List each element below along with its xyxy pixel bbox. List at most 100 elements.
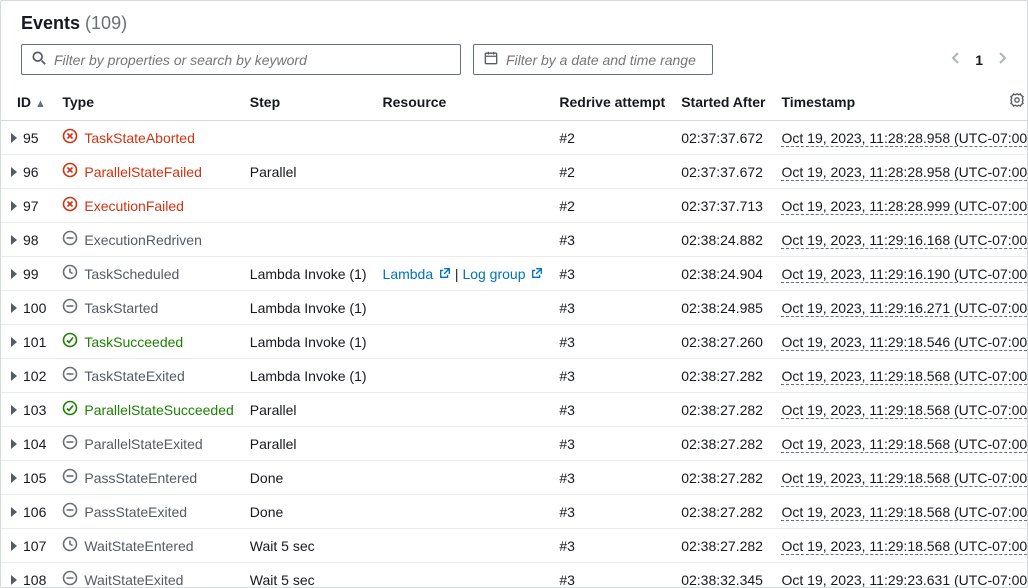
event-timestamp[interactable]: Oct 19, 2023, 11:29:18.568 (UTC-07:00) <box>781 538 1028 555</box>
event-resource <box>375 359 552 393</box>
event-timestamp[interactable]: Oct 19, 2023, 11:28:28.999 (UTC-07:00) <box>781 198 1028 215</box>
event-redrive: #3 <box>551 359 673 393</box>
expand-row-button[interactable] <box>11 235 17 245</box>
event-started: 02:38:27.260 <box>673 325 773 359</box>
event-timestamp[interactable]: Oct 19, 2023, 11:29:18.568 (UTC-07:00) <box>781 470 1028 487</box>
event-started: 02:38:24.985 <box>673 291 773 325</box>
event-timestamp[interactable]: Oct 19, 2023, 11:29:16.190 (UTC-07:00) <box>781 266 1028 283</box>
event-timestamp[interactable]: Oct 19, 2023, 11:28:28.958 (UTC-07:00) <box>781 164 1028 181</box>
event-step: Lambda Invoke (1) <box>242 359 375 393</box>
expand-row-button[interactable] <box>11 337 17 347</box>
event-resource <box>375 563 552 588</box>
event-redrive: #3 <box>551 461 673 495</box>
col-step[interactable]: Step <box>242 83 375 121</box>
next-page-button[interactable] <box>997 51 1007 68</box>
event-redrive: #3 <box>551 257 673 291</box>
status-icon <box>62 196 78 215</box>
event-timestamp[interactable]: Oct 19, 2023, 11:29:16.168 (UTC-07:00) <box>781 232 1028 249</box>
event-type: ParallelStateFailed <box>84 164 202 180</box>
event-type: TaskStarted <box>84 300 158 316</box>
event-timestamp[interactable]: Oct 19, 2023, 11:29:18.568 (UTC-07:00) <box>781 402 1028 419</box>
event-resource: Lambda | Log group <box>375 257 552 291</box>
event-resource <box>375 495 552 529</box>
event-redrive: #3 <box>551 529 673 563</box>
expand-row-button[interactable] <box>11 575 17 585</box>
expand-row-button[interactable] <box>11 133 17 143</box>
event-id: 95 <box>23 130 39 146</box>
event-resource <box>375 461 552 495</box>
event-type: WaitStateExited <box>84 572 183 588</box>
panel-title: Events <box>21 13 80 33</box>
col-redrive[interactable]: Redrive attempt <box>551 83 673 121</box>
expand-row-button[interactable] <box>11 371 17 381</box>
event-resource <box>375 155 552 189</box>
event-step <box>242 121 375 155</box>
keyword-filter[interactable] <box>21 44 461 75</box>
event-id: 105 <box>23 470 46 486</box>
event-timestamp[interactable]: Oct 19, 2023, 11:29:18.568 (UTC-07:00) <box>781 368 1028 385</box>
event-step <box>242 223 375 257</box>
expand-row-button[interactable] <box>11 201 17 211</box>
event-started: 02:37:37.713 <box>673 189 773 223</box>
event-resource <box>375 189 552 223</box>
col-timestamp[interactable]: Timestamp <box>773 83 1001 121</box>
event-started: 02:38:32.345 <box>673 563 773 588</box>
event-type: TaskSucceeded <box>84 334 183 350</box>
settings-button[interactable] <box>1002 83 1028 121</box>
table-row: 105PassStateEnteredDone#302:38:27.282Oct… <box>1 461 1028 495</box>
event-timestamp[interactable]: Oct 19, 2023, 11:29:18.568 (UTC-07:00) <box>781 436 1028 453</box>
status-icon <box>62 264 78 283</box>
event-id: 97 <box>23 198 39 214</box>
expand-row-button[interactable] <box>11 269 17 279</box>
event-redrive: #3 <box>551 563 673 588</box>
col-resource[interactable]: Resource <box>375 83 552 121</box>
col-id[interactable]: ID▲ <box>1 83 54 121</box>
expand-row-button[interactable] <box>11 473 17 483</box>
resource-separator: | <box>451 266 462 282</box>
prev-page-button[interactable] <box>951 51 961 68</box>
event-timestamp[interactable]: Oct 19, 2023, 11:29:16.271 (UTC-07:00) <box>781 300 1028 317</box>
expand-row-button[interactable] <box>11 303 17 313</box>
date-filter[interactable] <box>473 44 713 75</box>
event-started: 02:37:37.672 <box>673 155 773 189</box>
event-started: 02:38:27.282 <box>673 393 773 427</box>
event-id: 100 <box>23 300 46 316</box>
date-input[interactable] <box>506 52 702 68</box>
status-icon <box>62 536 78 555</box>
event-type: PassStateExited <box>84 504 187 520</box>
table-row: 101TaskSucceededLambda Invoke (1)#302:38… <box>1 325 1028 359</box>
col-started[interactable]: Started After <box>673 83 773 121</box>
event-type: TaskStateExited <box>84 368 184 384</box>
event-id: 107 <box>23 538 46 554</box>
expand-row-button[interactable] <box>11 507 17 517</box>
event-resource <box>375 291 552 325</box>
event-id: 98 <box>23 232 39 248</box>
event-timestamp[interactable]: Oct 19, 2023, 11:29:23.631 (UTC-07:00) <box>781 572 1028 588</box>
expand-row-button[interactable] <box>11 167 17 177</box>
event-step: Parallel <box>242 155 375 189</box>
event-timestamp[interactable]: Oct 19, 2023, 11:29:18.568 (UTC-07:00) <box>781 504 1028 521</box>
expand-row-button[interactable] <box>11 541 17 551</box>
expand-row-button[interactable] <box>11 439 17 449</box>
keyword-input[interactable] <box>54 52 450 68</box>
table-row: 108WaitStateExitedWait 5 sec#302:38:32.3… <box>1 563 1028 588</box>
event-started: 02:38:27.282 <box>673 461 773 495</box>
col-type[interactable]: Type <box>54 83 241 121</box>
event-resource <box>375 121 552 155</box>
event-resource <box>375 427 552 461</box>
event-timestamp[interactable]: Oct 19, 2023, 11:28:28.958 (UTC-07:00) <box>781 130 1028 147</box>
event-resource <box>375 325 552 359</box>
table-row: 107WaitStateEnteredWait 5 sec#302:38:27.… <box>1 529 1028 563</box>
status-icon <box>62 332 78 351</box>
event-timestamp[interactable]: Oct 19, 2023, 11:29:18.546 (UTC-07:00) <box>781 334 1028 351</box>
search-icon <box>32 51 46 68</box>
log-group-link[interactable]: Log group <box>462 266 543 282</box>
event-id: 102 <box>23 368 46 384</box>
event-step: Done <box>242 495 375 529</box>
lambda-link[interactable]: Lambda <box>383 266 451 282</box>
expand-row-button[interactable] <box>11 405 17 415</box>
event-redrive: #3 <box>551 223 673 257</box>
panel-header: Events (109) 1 <box>1 1 1027 83</box>
events-panel: Events (109) 1 <box>0 0 1028 588</box>
page-number: 1 <box>975 52 983 68</box>
